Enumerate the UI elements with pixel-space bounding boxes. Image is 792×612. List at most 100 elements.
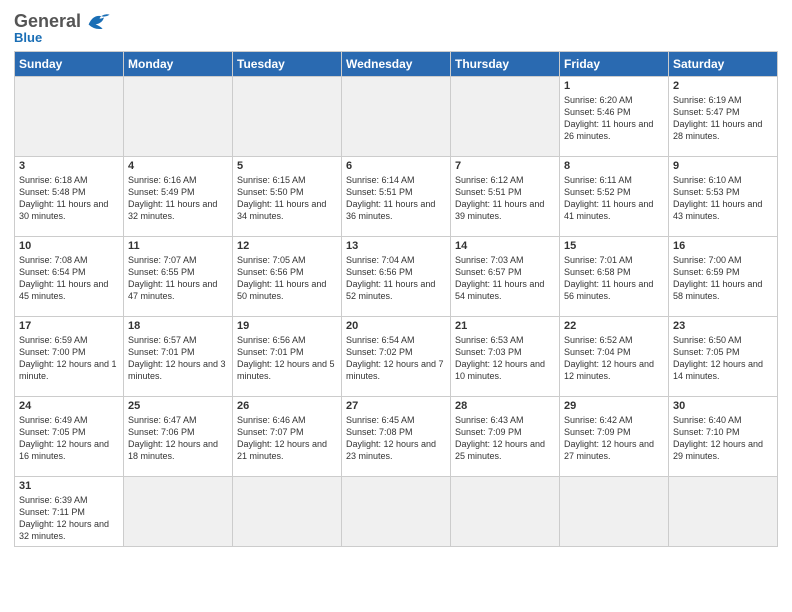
week-row-5: 24 Sunrise: 6:49 AM Sunset: 7:05 PM Dayli… — [15, 397, 778, 477]
calendar-cell: 6 Sunrise: 6:14 AM Sunset: 5:51 PM Daylig… — [342, 157, 451, 237]
calendar-cell: 19 Sunrise: 6:56 AM Sunset: 7:01 PM Dayli… — [233, 317, 342, 397]
calendar-cell: 11Sunrise: 7:07 AM Sunset: 6:55 PM Dayli… — [124, 237, 233, 317]
calendar-cell: 27 Sunrise: 6:45 AM Sunset: 7:08 PM Dayli… — [342, 397, 451, 477]
calendar-cell: 17 Sunrise: 6:59 AM Sunset: 7:00 PM Dayli… — [15, 317, 124, 397]
calendar-cell: 9 Sunrise: 6:10 AM Sunset: 5:53 PM Daylig… — [669, 157, 778, 237]
day-info: Sunrise: 6:45 AM Sunset: 7:08 PM Dayligh… — [346, 414, 446, 463]
calendar-cell: 22Sunrise: 6:52 AM Sunset: 7:04 PM Dayli… — [560, 317, 669, 397]
day-number: 24 — [19, 400, 119, 412]
logo-general-text: General — [14, 11, 81, 32]
day-info: Sunrise: 6:57 AM Sunset: 7:01 PM Dayligh… — [128, 334, 228, 383]
calendar-cell: 5 Sunrise: 6:15 AM Sunset: 5:50 PM Daylig… — [233, 157, 342, 237]
day-info: Sunrise: 7:05 AM Sunset: 6:56 PM Dayligh… — [237, 254, 337, 303]
day-info: Sunrise: 6:47 AM Sunset: 7:06 PM Dayligh… — [128, 414, 228, 463]
calendar-cell — [15, 77, 124, 157]
day-info: Sunrise: 6:53 AM Sunset: 7:03 PM Dayligh… — [455, 334, 555, 383]
day-info: Sunrise: 7:08 AM Sunset: 6:54 PM Dayligh… — [19, 254, 119, 303]
day-number: 6 — [346, 160, 446, 172]
calendar-cell: 16 Sunrise: 7:00 AM Sunset: 6:59 PM Dayli… — [669, 237, 778, 317]
day-number: 31 — [19, 480, 119, 492]
logo-blue-text: Blue — [14, 30, 42, 45]
calendar-cell — [451, 77, 560, 157]
day-info: Sunrise: 7:00 AM Sunset: 6:59 PM Dayligh… — [673, 254, 773, 303]
calendar-cell — [233, 477, 342, 547]
week-row-1: 1 Sunrise: 6:20 AM Sunset: 5:46 PM Daylig… — [15, 77, 778, 157]
day-info: Sunrise: 6:40 AM Sunset: 7:10 PM Dayligh… — [673, 414, 773, 463]
calendar-cell: 13Sunrise: 7:04 AM Sunset: 6:56 PM Dayli… — [342, 237, 451, 317]
day-info: Sunrise: 7:07 AM Sunset: 6:55 PM Dayligh… — [128, 254, 228, 303]
day-header-sunday: Sunday — [15, 52, 124, 77]
day-info: Sunrise: 6:11 AM Sunset: 5:52 PM Dayligh… — [564, 174, 664, 223]
calendar-cell — [451, 477, 560, 547]
day-number: 8 — [564, 160, 664, 172]
day-number: 20 — [346, 320, 446, 332]
day-info: Sunrise: 6:39 AM Sunset: 7:11 PM Dayligh… — [19, 494, 119, 543]
day-info: Sunrise: 6:46 AM Sunset: 7:07 PM Dayligh… — [237, 414, 337, 463]
calendar-cell: 31 Sunrise: 6:39 AM Sunset: 7:11 PM Dayli… — [15, 477, 124, 547]
calendar-cell — [233, 77, 342, 157]
day-info: Sunrise: 6:10 AM Sunset: 5:53 PM Dayligh… — [673, 174, 773, 223]
day-number: 27 — [346, 400, 446, 412]
day-info: Sunrise: 6:56 AM Sunset: 7:01 PM Dayligh… — [237, 334, 337, 383]
calendar-cell: 8 Sunrise: 6:11 AM Sunset: 5:52 PM Daylig… — [560, 157, 669, 237]
day-number: 17 — [19, 320, 119, 332]
calendar-table: SundayMondayTuesdayWednesdayThursdayFrid… — [14, 51, 778, 547]
calendar-cell: 26 Sunrise: 6:46 AM Sunset: 7:07 PM Dayli… — [233, 397, 342, 477]
calendar-cell — [124, 477, 233, 547]
calendar-cell: 20Sunrise: 6:54 AM Sunset: 7:02 PM Dayli… — [342, 317, 451, 397]
calendar-cell: 30 Sunrise: 6:40 AM Sunset: 7:10 PM Dayli… — [669, 397, 778, 477]
calendar-cell: 21Sunrise: 6:53 AM Sunset: 7:03 PM Dayli… — [451, 317, 560, 397]
calendar-cell: 1 Sunrise: 6:20 AM Sunset: 5:46 PM Daylig… — [560, 77, 669, 157]
days-header-row: SundayMondayTuesdayWednesdayThursdayFrid… — [15, 52, 778, 77]
logo: General Blue — [14, 10, 111, 45]
calendar-cell: 14Sunrise: 7:03 AM Sunset: 6:57 PM Dayli… — [451, 237, 560, 317]
day-header-saturday: Saturday — [669, 52, 778, 77]
day-number: 1 — [564, 80, 664, 92]
logo-bird-icon — [83, 10, 111, 32]
day-info: Sunrise: 6:50 AM Sunset: 7:05 PM Dayligh… — [673, 334, 773, 383]
calendar-cell: 15 Sunrise: 7:01 AM Sunset: 6:58 PM Dayli… — [560, 237, 669, 317]
day-header-monday: Monday — [124, 52, 233, 77]
day-number: 23 — [673, 320, 773, 332]
day-info: Sunrise: 6:19 AM Sunset: 5:47 PM Dayligh… — [673, 94, 773, 143]
day-header-tuesday: Tuesday — [233, 52, 342, 77]
day-number: 30 — [673, 400, 773, 412]
calendar-cell: 24 Sunrise: 6:49 AM Sunset: 7:05 PM Dayli… — [15, 397, 124, 477]
day-info: Sunrise: 6:43 AM Sunset: 7:09 PM Dayligh… — [455, 414, 555, 463]
day-number: 28 — [455, 400, 555, 412]
calendar-cell: 28 Sunrise: 6:43 AM Sunset: 7:09 PM Dayli… — [451, 397, 560, 477]
calendar-cell: 2Sunrise: 6:19 AM Sunset: 5:47 PM Daylig… — [669, 77, 778, 157]
week-row-3: 10Sunrise: 7:08 AM Sunset: 6:54 PM Dayli… — [15, 237, 778, 317]
day-info: Sunrise: 6:52 AM Sunset: 7:04 PM Dayligh… — [564, 334, 664, 383]
calendar-cell — [669, 477, 778, 547]
day-info: Sunrise: 6:42 AM Sunset: 7:09 PM Dayligh… — [564, 414, 664, 463]
day-number: 18 — [128, 320, 228, 332]
day-info: Sunrise: 6:16 AM Sunset: 5:49 PM Dayligh… — [128, 174, 228, 223]
day-info: Sunrise: 6:15 AM Sunset: 5:50 PM Dayligh… — [237, 174, 337, 223]
day-info: Sunrise: 7:03 AM Sunset: 6:57 PM Dayligh… — [455, 254, 555, 303]
day-number: 19 — [237, 320, 337, 332]
day-number: 15 — [564, 240, 664, 252]
day-info: Sunrise: 7:01 AM Sunset: 6:58 PM Dayligh… — [564, 254, 664, 303]
day-info: Sunrise: 6:59 AM Sunset: 7:00 PM Dayligh… — [19, 334, 119, 383]
day-number: 26 — [237, 400, 337, 412]
day-number: 7 — [455, 160, 555, 172]
day-number: 12 — [237, 240, 337, 252]
day-info: Sunrise: 6:14 AM Sunset: 5:51 PM Dayligh… — [346, 174, 446, 223]
calendar-cell — [342, 477, 451, 547]
day-number: 5 — [237, 160, 337, 172]
page-header: General Blue — [14, 10, 778, 45]
calendar-cell — [342, 77, 451, 157]
day-number: 16 — [673, 240, 773, 252]
day-info: Sunrise: 6:12 AM Sunset: 5:51 PM Dayligh… — [455, 174, 555, 223]
calendar-cell — [124, 77, 233, 157]
day-header-wednesday: Wednesday — [342, 52, 451, 77]
calendar-cell: 3Sunrise: 6:18 AM Sunset: 5:48 PM Daylig… — [15, 157, 124, 237]
calendar-cell: 18 Sunrise: 6:57 AM Sunset: 7:01 PM Dayli… — [124, 317, 233, 397]
day-number: 29 — [564, 400, 664, 412]
day-info: Sunrise: 6:18 AM Sunset: 5:48 PM Dayligh… — [19, 174, 119, 223]
day-number: 9 — [673, 160, 773, 172]
calendar-cell: 4Sunrise: 6:16 AM Sunset: 5:49 PM Daylig… — [124, 157, 233, 237]
day-info: Sunrise: 6:20 AM Sunset: 5:46 PM Dayligh… — [564, 94, 664, 143]
day-info: Sunrise: 6:49 AM Sunset: 7:05 PM Dayligh… — [19, 414, 119, 463]
